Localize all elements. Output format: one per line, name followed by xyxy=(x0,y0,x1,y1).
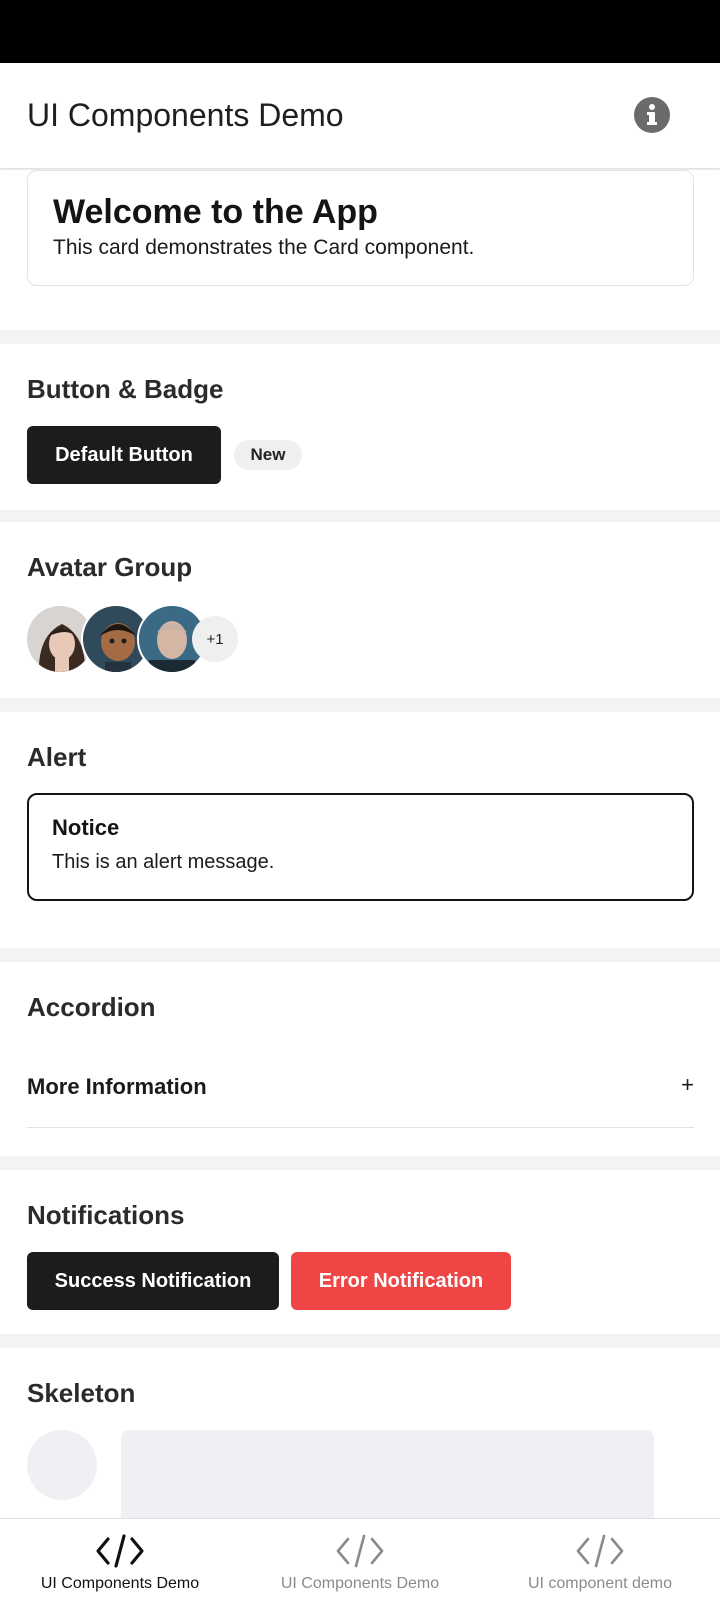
skeleton-block xyxy=(121,1430,654,1518)
accordion-section: Accordion More Information + xyxy=(0,962,720,1156)
default-button[interactable]: Default Button xyxy=(27,426,221,484)
nav-item-ui-components-demo[interactable]: UI Components Demo xyxy=(0,1519,240,1600)
button-badge-section: Button & Badge Default Button New xyxy=(0,344,720,510)
alert-message: This is an alert message. xyxy=(52,851,275,873)
avatar-overflow-count: +1 xyxy=(192,616,238,662)
success-notification-button[interactable]: Success Notification xyxy=(27,1252,279,1310)
new-badge: New xyxy=(234,440,302,470)
section-heading: Notifications xyxy=(27,1200,185,1230)
notifications-section: Notifications Success Notification Error… xyxy=(0,1170,720,1334)
section-heading: Accordion xyxy=(27,992,156,1022)
page-title: UI Components Demo xyxy=(27,97,344,133)
card-section: Welcome to the App This card demonstrate… xyxy=(0,170,720,330)
section-heading: Avatar Group xyxy=(27,552,193,582)
code-icon xyxy=(576,1534,624,1568)
error-notification-button[interactable]: Error Notification xyxy=(291,1252,511,1310)
card-title: Welcome to the App xyxy=(53,193,378,231)
code-icon xyxy=(336,1534,384,1568)
expand-icon[interactable]: + xyxy=(681,1072,694,1098)
section-heading: Skeleton xyxy=(27,1378,136,1408)
nav-item-ui-component-demo[interactable]: UI component demo xyxy=(480,1519,720,1600)
section-heading: Button & Badge xyxy=(27,374,224,404)
info-icon[interactable] xyxy=(634,97,670,133)
accordion-item-label: More Information xyxy=(27,1074,207,1099)
alert-box: Notice This is an alert message. xyxy=(27,793,694,901)
skeleton-section: Skeleton xyxy=(0,1348,720,1518)
code-icon xyxy=(96,1534,144,1568)
card-description: This card demonstrates the Card componen… xyxy=(53,236,475,259)
nav-label: UI component demo xyxy=(527,1575,673,1592)
welcome-card: Welcome to the App This card demonstrate… xyxy=(27,170,694,286)
section-heading: Alert xyxy=(27,742,87,772)
app-header: UI Components Demo xyxy=(0,63,720,169)
nav-label: UI Components Demo xyxy=(40,1575,200,1592)
main-content[interactable]: Welcome to the App This card demonstrate… xyxy=(0,170,720,1518)
avatar-group: +1 xyxy=(25,604,255,676)
avatar-group-section: Avatar Group +1 xyxy=(0,522,720,698)
bottom-nav: UI Components Demo UI Components Demo UI… xyxy=(0,1518,720,1600)
alert-title: Notice xyxy=(52,815,120,840)
skeleton-avatar xyxy=(27,1430,97,1500)
nav-item-ui-components-demo-2[interactable]: UI Components Demo xyxy=(240,1519,480,1600)
nav-label: UI Components Demo xyxy=(280,1575,440,1592)
alert-section: Alert Notice This is an alert message. xyxy=(0,712,720,948)
accordion-item[interactable]: More Information + xyxy=(27,1050,694,1128)
status-bar xyxy=(0,0,720,63)
